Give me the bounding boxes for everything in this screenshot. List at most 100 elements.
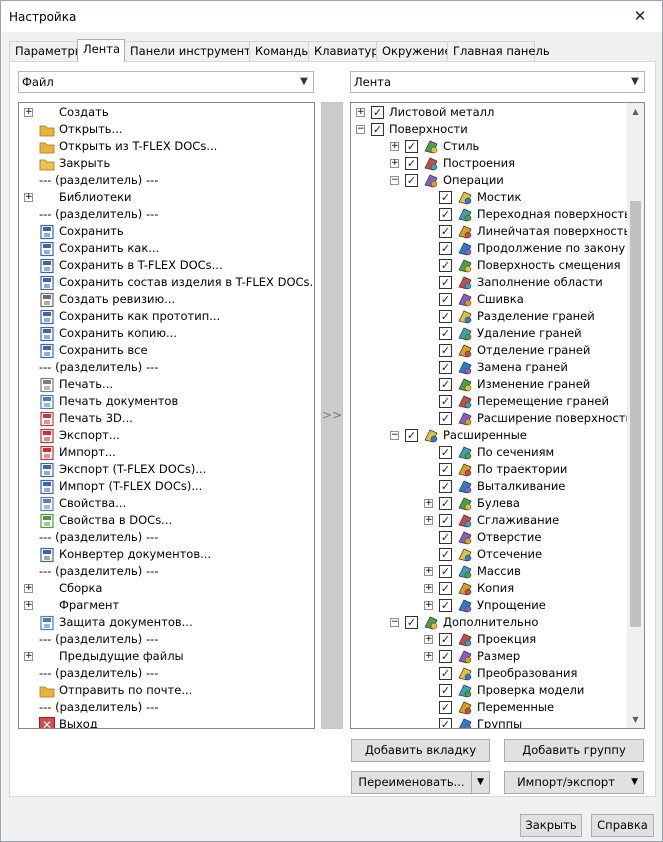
tree-item-checkbox[interactable]: ✓ xyxy=(439,310,452,323)
list-item[interactable]: Свойства в DOCs... xyxy=(19,512,314,529)
tree-item-checkbox[interactable]: ✓ xyxy=(371,123,384,136)
expand-icon[interactable]: + xyxy=(24,652,33,661)
expand-icon[interactable]: + xyxy=(424,584,433,593)
list-item[interactable]: + Предыдущие файлы xyxy=(19,648,314,665)
add-tab-button[interactable]: Добавить вкладку xyxy=(351,739,490,762)
tree-item[interactable]: ✓ Мостик xyxy=(351,189,627,206)
tab-ribbon[interactable]: Лента xyxy=(77,39,125,62)
list-item[interactable]: Экспорт (T-FLEX DOCs)... xyxy=(19,461,314,478)
tree-item[interactable]: + ✓ Стиль xyxy=(351,138,627,155)
list-item[interactable]: --- (разделитель) --- xyxy=(19,665,314,682)
expand-icon[interactable]: + xyxy=(424,499,433,508)
tree-item[interactable]: ✓ Изменение граней xyxy=(351,376,627,393)
list-item[interactable]: --- (разделитель) --- xyxy=(19,699,314,716)
tree-item[interactable]: ✓ Поверхность смещения xyxy=(351,257,627,274)
expand-icon[interactable]: + xyxy=(24,108,33,117)
expand-icon[interactable]: + xyxy=(24,193,33,202)
tree-item[interactable]: + ✓ Копия xyxy=(351,580,627,597)
tree-item[interactable]: − ✓ Расширенные xyxy=(351,427,627,444)
tree-item-checkbox[interactable]: ✓ xyxy=(439,327,452,340)
list-item[interactable]: + Сборка xyxy=(19,580,314,597)
scrollbar-thumb[interactable] xyxy=(630,201,641,627)
dropdown-arrow-icon[interactable]: ▼ xyxy=(471,772,489,793)
list-item[interactable]: Сохранить как прототип... xyxy=(19,308,314,325)
expand-icon[interactable]: + xyxy=(390,159,399,168)
list-item[interactable]: Сохранить xyxy=(19,223,314,240)
tree-item[interactable]: − ✓ Поверхности xyxy=(351,121,627,138)
tree-item-checkbox[interactable]: ✓ xyxy=(439,684,452,697)
list-item[interactable]: Сохранить состав изделия в T-FLEX DOCs..… xyxy=(19,274,314,291)
tree-item-checkbox[interactable]: ✓ xyxy=(439,395,452,408)
tree-item-checkbox[interactable]: ✓ xyxy=(371,106,384,119)
tree-item-checkbox[interactable]: ✓ xyxy=(439,293,452,306)
tree-item-checkbox[interactable]: ✓ xyxy=(439,531,452,544)
rename-button[interactable]: Переименовать... ▼ xyxy=(351,771,490,794)
ribbon-tree[interactable]: ✓ Группы ✓ Переменные ✓ Проверка модели ✓ Преоб… xyxy=(350,102,645,729)
close-window-icon[interactable]: ✕ xyxy=(618,1,662,32)
tree-item[interactable]: + ✓ Проекция xyxy=(351,631,627,648)
commands-list[interactable]: + Создать Открыть... Открыть из T-FLEX DOCs… xyxy=(18,102,315,729)
collapse-icon[interactable]: − xyxy=(390,431,399,440)
tree-item-checkbox[interactable]: ✓ xyxy=(439,344,452,357)
tab-environment[interactable]: Окружение xyxy=(376,41,452,61)
list-item[interactable]: Создать ревизию... xyxy=(19,291,314,308)
tree-item-checkbox[interactable]: ✓ xyxy=(405,140,418,153)
tab-keyboard[interactable]: Клавиатура xyxy=(308,41,386,61)
tree-item-checkbox[interactable]: ✓ xyxy=(439,480,452,493)
tree-item-checkbox[interactable]: ✓ xyxy=(405,174,418,187)
list-item[interactable]: Отправить по почте... xyxy=(19,682,314,699)
tree-item[interactable]: + ✓ Массив xyxy=(351,563,627,580)
tree-item-checkbox[interactable]: ✓ xyxy=(405,429,418,442)
tree-item[interactable]: ✓ По траектории xyxy=(351,461,627,478)
tree-item[interactable]: ✓ По сечениям xyxy=(351,444,627,461)
tree-item[interactable]: − ✓ Дополнительно xyxy=(351,614,627,631)
list-item[interactable]: Сохранить в T-FLEX DOCs... xyxy=(19,257,314,274)
tree-item-checkbox[interactable]: ✓ xyxy=(439,463,452,476)
tree-item[interactable]: ✓ Отверстие xyxy=(351,529,627,546)
scroll-up-icon[interactable]: ▲ xyxy=(627,103,644,120)
close-button[interactable]: Закрыть xyxy=(520,814,582,837)
help-button[interactable]: Справка xyxy=(591,814,654,837)
tree-item-checkbox[interactable]: ✓ xyxy=(439,378,452,391)
list-item[interactable]: Печать 3D... xyxy=(19,410,314,427)
tree-item[interactable]: ✓ Замена граней xyxy=(351,359,627,376)
tree-item[interactable]: ✓ Проверка модели xyxy=(351,682,627,699)
tree-item-checkbox[interactable]: ✓ xyxy=(439,514,452,527)
tree-item-checkbox[interactable]: ✓ xyxy=(439,446,452,459)
tree-item-checkbox[interactable]: ✓ xyxy=(439,718,452,728)
ribbon-tree-scrollbar[interactable]: ▲ ▼ xyxy=(627,103,644,728)
add-group-button[interactable]: Добавить группу xyxy=(504,739,644,762)
tree-item[interactable]: + ✓ Построения xyxy=(351,155,627,172)
tree-item[interactable]: ✓ Преобразования xyxy=(351,665,627,682)
tree-item[interactable]: ✓ Заполнение области xyxy=(351,274,627,291)
list-item[interactable]: Печать документов xyxy=(19,393,314,410)
tree-item-checkbox[interactable]: ✓ xyxy=(439,667,452,680)
expand-icon[interactable]: + xyxy=(424,601,433,610)
tree-item-checkbox[interactable]: ✓ xyxy=(405,616,418,629)
list-item[interactable]: Экспорт... xyxy=(19,427,314,444)
add-to-ribbon-button[interactable]: >> xyxy=(321,102,343,729)
expand-icon[interactable]: + xyxy=(356,108,365,117)
tree-item[interactable]: ✓ Сшивка xyxy=(351,291,627,308)
tree-item[interactable]: ✓ Перемещение граней xyxy=(351,393,627,410)
scroll-down-icon[interactable]: ▼ xyxy=(627,711,644,728)
tree-item[interactable]: ✓ Переходная поверхность xyxy=(351,206,631,223)
list-item[interactable]: Открыть... xyxy=(19,121,314,138)
list-item[interactable]: --- (разделитель) --- xyxy=(19,529,314,546)
tree-item[interactable]: ✓ Разделение граней xyxy=(351,308,627,325)
list-item[interactable]: Сохранить все xyxy=(19,342,314,359)
tree-item-checkbox[interactable]: ✓ xyxy=(439,191,452,204)
list-item[interactable]: --- (разделитель) --- xyxy=(19,359,314,376)
tree-item[interactable]: ✓ Группы xyxy=(351,716,627,728)
list-item[interactable]: ✕ Выход xyxy=(19,716,314,728)
tree-item-checkbox[interactable]: ✓ xyxy=(439,361,452,374)
tab-parameters[interactable]: Параметры xyxy=(9,41,84,61)
expand-icon[interactable]: + xyxy=(424,516,433,525)
list-item[interactable]: --- (разделитель) --- xyxy=(19,563,314,580)
list-item[interactable]: + Фрагмент xyxy=(19,597,314,614)
expand-icon[interactable]: + xyxy=(424,567,433,576)
tab-main-panel[interactable]: Главная панель xyxy=(447,41,550,61)
collapse-icon[interactable]: − xyxy=(390,618,399,627)
tree-item[interactable]: ✓ Расширение поверхности xyxy=(351,410,633,427)
import-export-button[interactable]: Импорт/экспорт ▼ xyxy=(504,771,644,794)
